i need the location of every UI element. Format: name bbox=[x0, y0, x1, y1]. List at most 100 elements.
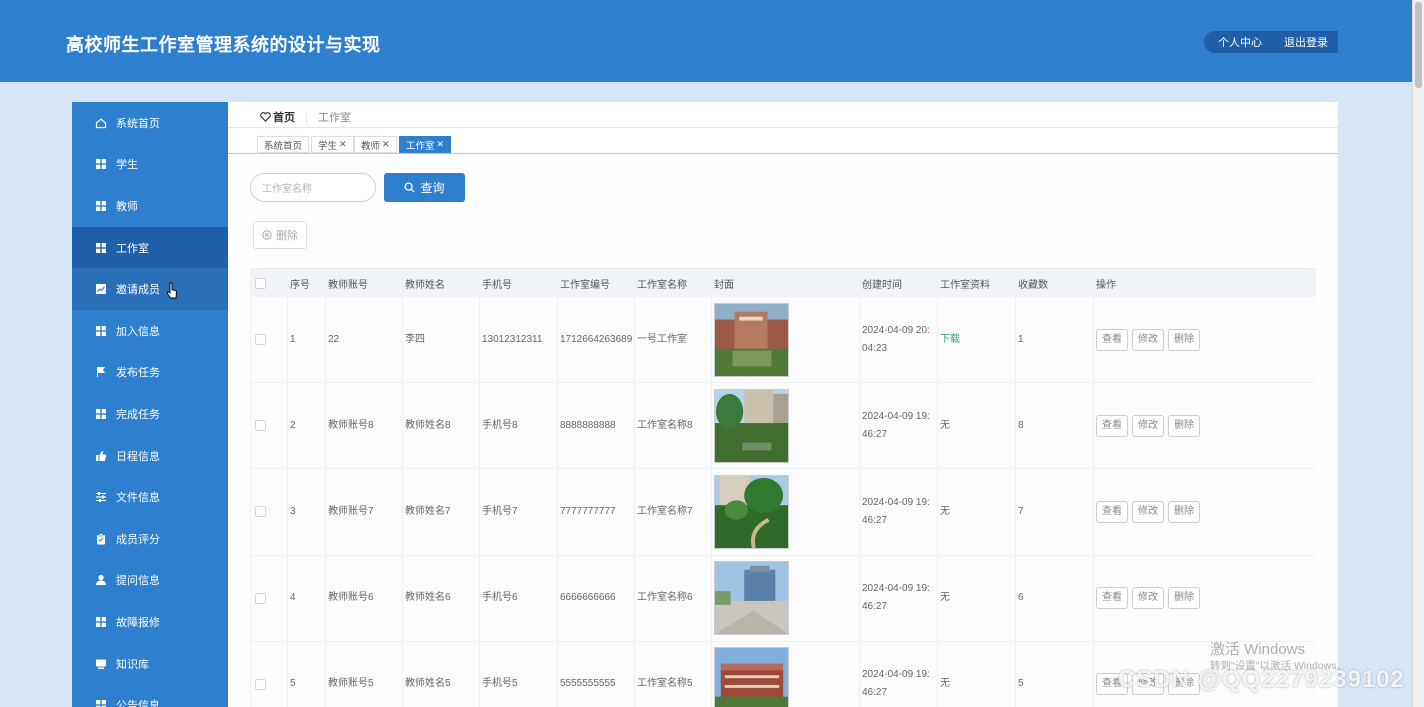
tab[interactable]: 教师 ✕ bbox=[354, 136, 397, 153]
cell-created: 2024-04-09 19:46:27 bbox=[859, 641, 937, 707]
column-header: 操作 bbox=[1093, 269, 1316, 297]
tab[interactable]: 系统首页 bbox=[257, 136, 310, 153]
cell-phone: 手机号8 bbox=[479, 383, 557, 469]
row-checkbox[interactable] bbox=[255, 506, 266, 518]
select-all-checkbox[interactable] bbox=[255, 277, 266, 289]
batch-delete-label: 删除 bbox=[276, 230, 298, 242]
scrollbar-thumb[interactable] bbox=[1415, 2, 1422, 88]
page-scrollbar[interactable] bbox=[1412, 0, 1424, 707]
personal-center-link[interactable]: 个人中心 bbox=[1218, 34, 1262, 50]
cell-favorites: 1 bbox=[1015, 297, 1093, 383]
query-button[interactable]: 查询 bbox=[384, 173, 465, 202]
sidebar-item[interactable]: 日程信息 bbox=[72, 435, 228, 477]
tab[interactable]: 工作室 ✕ bbox=[399, 136, 452, 153]
cover-image bbox=[714, 561, 789, 636]
monitor-icon bbox=[96, 659, 106, 669]
batch-delete-button[interactable]: 删除 bbox=[253, 221, 307, 249]
sidebar-item-label: 教师 bbox=[116, 200, 138, 213]
grid-icon bbox=[96, 616, 106, 627]
sidebar-item[interactable]: 系统首页 bbox=[72, 102, 228, 144]
sidebar-item[interactable]: 文件信息 bbox=[72, 476, 228, 518]
sidebar-item[interactable]: 知识库 bbox=[72, 643, 228, 685]
cell-index: 4 bbox=[287, 555, 325, 641]
cell-created: 2024-04-09 19:46:27 bbox=[859, 555, 937, 641]
cell-index: 2 bbox=[287, 383, 325, 469]
cell-cover bbox=[711, 383, 859, 469]
sidebar-item[interactable]: 邀请成员 bbox=[72, 268, 228, 310]
edit-button[interactable]: 修改 bbox=[1132, 414, 1164, 437]
sidebar-item[interactable]: 教师 bbox=[72, 185, 228, 227]
tab-label: 学生 bbox=[318, 140, 338, 152]
row-checkbox[interactable] bbox=[255, 334, 266, 346]
cell-account: 22 bbox=[325, 297, 402, 383]
table-header: 序号 教师账号 教师姓名 手机号 工作室编号 工作室名称 封面 创建时间 工作室资料 收藏数 操作 bbox=[250, 268, 1316, 297]
studio-name-search-input[interactable]: 工作室名称 bbox=[250, 173, 376, 202]
sidebar-item[interactable]: 成员评分 bbox=[72, 518, 228, 560]
delete-button[interactable]: 删除 bbox=[1168, 414, 1200, 437]
cover-image bbox=[714, 388, 789, 463]
row-checkbox-cell bbox=[250, 297, 287, 383]
sidebar-item[interactable]: 提问信息 bbox=[72, 560, 228, 602]
cell-material: 下载 bbox=[937, 297, 1015, 383]
edit-button[interactable]: 修改 bbox=[1132, 500, 1164, 523]
row-checkbox[interactable] bbox=[255, 420, 266, 432]
cell-phone: 手机号7 bbox=[479, 469, 557, 555]
cell-material: 无 bbox=[937, 641, 1015, 707]
sliders-icon bbox=[96, 492, 106, 503]
sidebar-item[interactable]: 学生 bbox=[72, 144, 228, 186]
search-icon bbox=[404, 182, 416, 193]
circle-x-icon bbox=[262, 230, 272, 240]
sidebar-item-label: 成员评分 bbox=[116, 533, 160, 546]
column-header: 封面 bbox=[711, 269, 859, 297]
cell-account: 教师账号7 bbox=[325, 469, 402, 555]
cell-studio_no: 7777777777 bbox=[557, 469, 634, 555]
tab-bar: 系统首页 学生 ✕ 教师 ✕ 工作室 ✕ bbox=[228, 128, 1338, 154]
delete-button[interactable]: 删除 bbox=[1168, 500, 1200, 523]
sidebar-item-label: 文件信息 bbox=[116, 492, 160, 505]
sidebar-item-label: 加入信息 bbox=[116, 325, 160, 338]
view-button[interactable]: 查看 bbox=[1096, 414, 1128, 437]
row-checkbox[interactable] bbox=[255, 592, 266, 604]
grid-icon bbox=[96, 159, 106, 170]
delete-button[interactable]: 删除 bbox=[1168, 328, 1200, 351]
delete-button[interactable]: 删除 bbox=[1168, 587, 1200, 610]
cell-name: 教师姓名6 bbox=[402, 555, 479, 641]
close-icon[interactable]: ✕ bbox=[382, 139, 390, 150]
row-checkbox[interactable] bbox=[255, 678, 266, 690]
cell-name: 教师姓名8 bbox=[402, 383, 479, 469]
clipboard-icon bbox=[97, 533, 105, 545]
sidebar-item-label: 知识库 bbox=[116, 658, 149, 671]
cell-studio_no: 1712664263689 bbox=[557, 297, 634, 383]
view-button[interactable]: 查看 bbox=[1096, 328, 1128, 351]
sidebar-item[interactable]: 公告信息 bbox=[72, 684, 228, 707]
download-link[interactable]: 下载 bbox=[940, 331, 960, 349]
tab[interactable]: 学生 ✕ bbox=[311, 136, 354, 153]
cell-created: 2024-04-09 20:04:23 bbox=[859, 297, 937, 383]
sidebar-item[interactable]: 完成任务 bbox=[72, 393, 228, 435]
sidebar-item[interactable]: 故障报修 bbox=[72, 601, 228, 643]
column-header: 序号 bbox=[287, 269, 325, 297]
cell-studio_name: 工作室名称5 bbox=[634, 641, 711, 707]
edit-button[interactable]: 修改 bbox=[1132, 328, 1164, 351]
sidebar-item-label: 学生 bbox=[116, 159, 138, 172]
sidebar-item-label: 公告信息 bbox=[116, 700, 160, 707]
breadcrumb-home[interactable]: 首页 bbox=[273, 109, 295, 125]
sidebar-item[interactable]: 发布任务 bbox=[72, 352, 228, 394]
cell-actions: 查看 修改 删除 bbox=[1093, 469, 1316, 555]
grid-icon bbox=[96, 700, 106, 707]
sidebar-item-label: 日程信息 bbox=[116, 450, 160, 463]
material-text: 无 bbox=[940, 592, 950, 604]
close-icon[interactable]: ✕ bbox=[437, 139, 445, 150]
main-panel: 首页 ⋮ 工作室 系统首页 学生 ✕ 教师 ✕ 工作室 ✕ 工作室名称 查询 删除 序号 教师… bbox=[228, 102, 1338, 707]
logout-link[interactable]: 退出登录 bbox=[1284, 34, 1328, 50]
cell-name: 教师姓名5 bbox=[402, 641, 479, 707]
view-button[interactable]: 查看 bbox=[1096, 587, 1128, 610]
view-button[interactable]: 查看 bbox=[1096, 500, 1128, 523]
edit-button[interactable]: 修改 bbox=[1132, 587, 1164, 610]
close-icon[interactable]: ✕ bbox=[339, 139, 347, 150]
cover-image bbox=[714, 302, 789, 377]
sidebar-item-label: 提问信息 bbox=[116, 575, 160, 588]
sidebar-item[interactable]: 工作室 bbox=[72, 226, 228, 269]
sidebar-item[interactable]: 加入信息 bbox=[72, 310, 228, 352]
chart-icon bbox=[96, 284, 106, 295]
